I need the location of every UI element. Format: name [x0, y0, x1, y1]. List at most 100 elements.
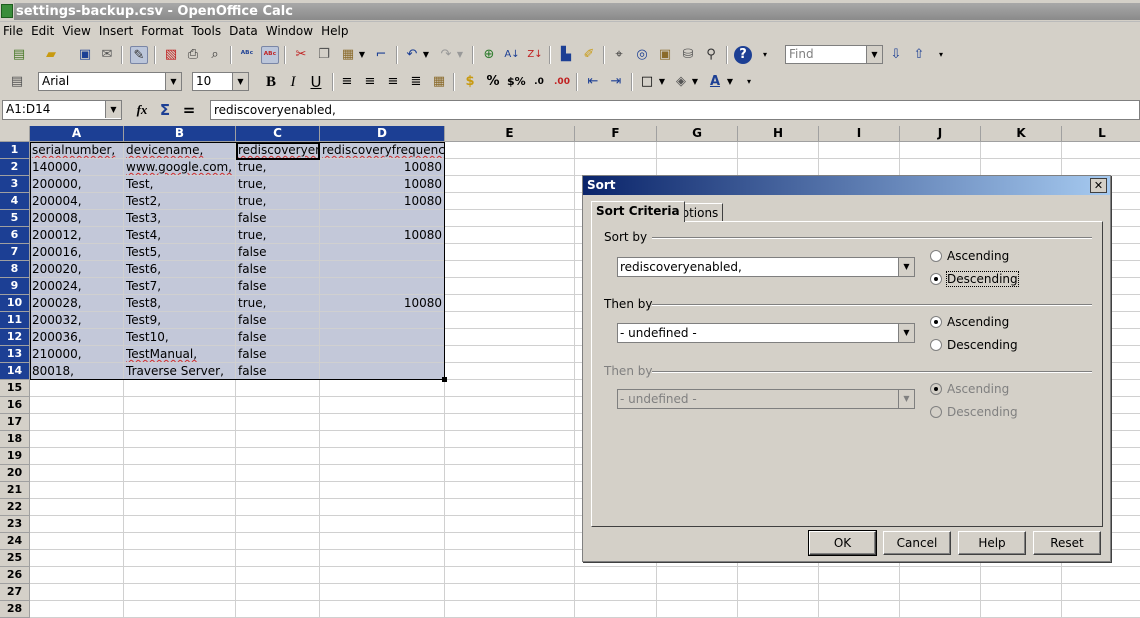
cell-d13[interactable] [320, 346, 445, 363]
increase-indent-icon[interactable]: ⇥ [607, 73, 625, 91]
empty-cell[interactable] [124, 499, 236, 516]
row-header[interactable]: 20 [0, 465, 30, 482]
cell-d8[interactable] [320, 261, 445, 278]
empty-cell[interactable] [981, 601, 1062, 618]
empty-cell[interactable] [1062, 584, 1140, 601]
empty-cell[interactable] [30, 397, 124, 414]
empty-cell[interactable] [124, 465, 236, 482]
cell-a11[interactable]: 200032, [30, 312, 124, 329]
row-header[interactable]: 25 [0, 550, 30, 567]
copy-icon[interactable]: ❐ [315, 46, 333, 64]
empty-cell[interactable] [320, 482, 445, 499]
empty-cell[interactable] [320, 397, 445, 414]
chevron-down-icon[interactable]: ▼ [898, 258, 914, 276]
background-color-icon[interactable]: ◈ [672, 73, 690, 91]
sort-ascending-icon[interactable]: A↓ [503, 46, 521, 64]
cell-c1[interactable]: rediscoveryenabled, [236, 142, 320, 159]
row-header[interactable]: 7 [0, 244, 30, 261]
empty-cell[interactable] [445, 159, 575, 176]
add-decimal-icon[interactable]: .0 [530, 73, 548, 91]
formula-input[interactable]: rediscoveryenabled, [210, 100, 1140, 120]
cell-a6[interactable]: 200012, [30, 227, 124, 244]
empty-cell[interactable] [900, 159, 981, 176]
empty-cell[interactable] [445, 193, 575, 210]
paste-dropdown-icon[interactable]: ▼ [357, 46, 367, 64]
sort-by-select[interactable]: rediscoveryenabled, ▼ [617, 257, 915, 277]
fill-handle[interactable] [442, 377, 447, 382]
empty-cell[interactable] [30, 465, 124, 482]
empty-cell[interactable] [445, 210, 575, 227]
cell-a8[interactable]: 200020, [30, 261, 124, 278]
empty-cell[interactable] [30, 482, 124, 499]
empty-cell[interactable] [445, 482, 575, 499]
empty-cell[interactable] [738, 142, 819, 159]
column-header-f[interactable]: F [575, 126, 657, 142]
column-header-h[interactable]: H [738, 126, 819, 142]
empty-cell[interactable] [445, 329, 575, 346]
cell-d5[interactable] [320, 210, 445, 227]
empty-cell[interactable] [819, 601, 900, 618]
empty-cell[interactable] [124, 380, 236, 397]
column-header-b[interactable]: B [124, 126, 236, 142]
empty-cell[interactable] [819, 567, 900, 584]
empty-cell[interactable] [445, 499, 575, 516]
find-field[interactable]: Find ▼ [785, 45, 883, 64]
redo-icon[interactable]: ↷ [437, 46, 455, 64]
zoom-icon[interactable]: ⚲ [702, 46, 720, 64]
empty-cell[interactable] [320, 465, 445, 482]
empty-cell[interactable] [320, 567, 445, 584]
font-color-icon[interactable]: A [706, 73, 724, 91]
cell-d11[interactable] [320, 312, 445, 329]
chevron-down-icon[interactable]: ▼ [232, 73, 248, 90]
merge-cells-icon[interactable]: ▦ [430, 73, 448, 91]
empty-cell[interactable] [30, 380, 124, 397]
clone-format-icon[interactable]: ⌐ [372, 46, 390, 64]
empty-cell[interactable] [236, 380, 320, 397]
empty-cell[interactable] [236, 499, 320, 516]
empty-cell[interactable] [738, 584, 819, 601]
sort-descending-icon[interactable]: Z↓ [526, 46, 544, 64]
empty-cell[interactable] [900, 567, 981, 584]
empty-cell[interactable] [738, 601, 819, 618]
empty-cell[interactable] [236, 601, 320, 618]
cell-c14[interactable]: false [236, 363, 320, 380]
empty-cell[interactable] [445, 465, 575, 482]
column-header-k[interactable]: K [981, 126, 1062, 142]
cell-c2[interactable]: true, [236, 159, 320, 176]
empty-cell[interactable] [236, 550, 320, 567]
empty-cell[interactable] [30, 516, 124, 533]
cell-c7[interactable]: false [236, 244, 320, 261]
empty-cell[interactable] [445, 584, 575, 601]
empty-cell[interactable] [981, 159, 1062, 176]
empty-cell[interactable] [30, 431, 124, 448]
chevron-down-icon[interactable]: ▼ [866, 46, 882, 63]
decrease-indent-icon[interactable]: ⇤ [584, 73, 602, 91]
italic-icon[interactable]: I [284, 73, 302, 91]
align-right-icon[interactable]: ≡ [384, 73, 402, 91]
currency-format-icon[interactable]: $ [461, 73, 479, 91]
new-document-icon[interactable]: ▤ [10, 46, 28, 64]
column-header-e[interactable]: E [445, 126, 575, 142]
print-preview-icon[interactable]: ⌕ [206, 46, 224, 64]
empty-cell[interactable] [445, 601, 575, 618]
empty-cell[interactable] [445, 312, 575, 329]
sum-icon[interactable]: Σ [156, 101, 174, 119]
empty-cell[interactable] [124, 482, 236, 499]
empty-cell[interactable] [657, 584, 738, 601]
empty-cell[interactable] [236, 397, 320, 414]
then-by-2-select[interactable]: - undefined - ▼ [617, 389, 915, 409]
empty-cell[interactable] [445, 363, 575, 380]
cell-d10[interactable]: 10080 [320, 295, 445, 312]
column-header-d[interactable]: D [320, 126, 445, 142]
empty-cell[interactable] [575, 159, 657, 176]
empty-cell[interactable] [30, 414, 124, 431]
navigator-icon[interactable]: ◎ [633, 46, 651, 64]
empty-cell[interactable] [236, 465, 320, 482]
cell-d12[interactable] [320, 329, 445, 346]
menu-window[interactable]: Window [263, 22, 318, 38]
empty-cell[interactable] [445, 516, 575, 533]
cell-a4[interactable]: 200004, [30, 193, 124, 210]
row-header[interactable]: 27 [0, 584, 30, 601]
row-header[interactable]: 13 [0, 346, 30, 363]
font-size-box[interactable]: 10 ▼ [192, 72, 249, 91]
